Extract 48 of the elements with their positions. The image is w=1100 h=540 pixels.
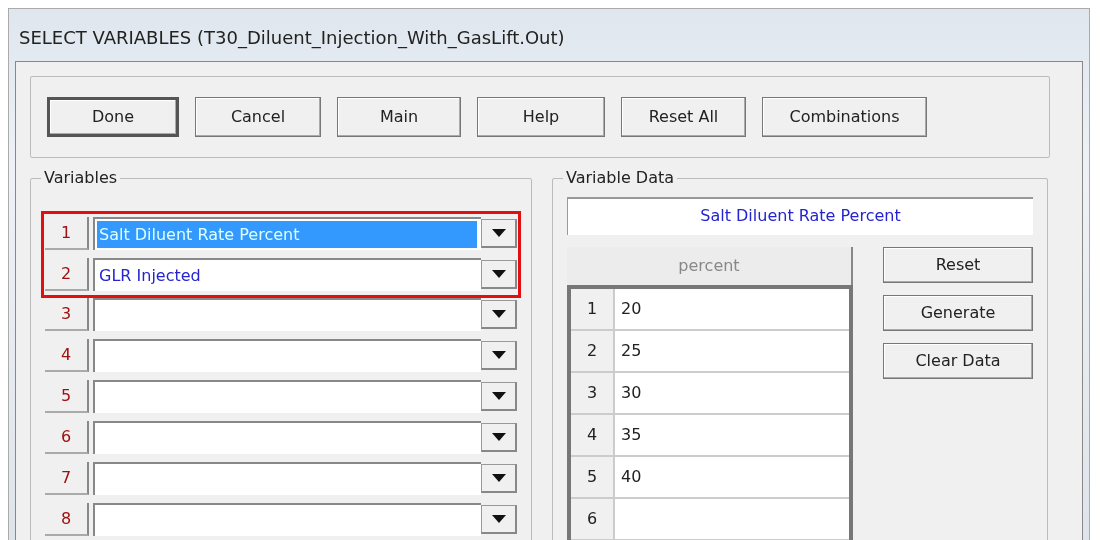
dropdown-button[interactable] — [481, 464, 517, 493]
dialog-button[interactable]: Generate — [883, 295, 1033, 331]
dropdown-button[interactable] — [481, 505, 517, 534]
row-number: 3 — [45, 298, 89, 331]
window-title: SELECT VARIABLES (T30_Diluent_Injection_With_GasLift.Out) — [18, 26, 566, 51]
dialog-button[interactable]: Main — [337, 97, 461, 137]
row-number: 5 — [571, 457, 615, 497]
caret-icon — [491, 351, 506, 359]
dropdown-button[interactable] — [481, 423, 517, 452]
dialog-button[interactable]: Reset All — [621, 97, 746, 137]
variable-name-field: Salt Diluent Rate Percent — [567, 197, 1033, 235]
row-number: 6 — [45, 421, 89, 454]
caret-icon — [491, 392, 506, 400]
row-number: 5 — [45, 380, 89, 413]
row-number: 8 — [45, 503, 89, 536]
column-header: percent — [567, 247, 853, 285]
row-number: 1 — [571, 289, 615, 329]
dialog-button[interactable]: Reset — [883, 247, 1033, 283]
caret-icon — [491, 433, 506, 441]
row-number: 3 — [571, 373, 615, 413]
row-number: 2 — [45, 258, 89, 291]
row-number: 1 — [45, 217, 89, 250]
caret-icon — [491, 515, 506, 523]
row-number: 2 — [571, 331, 615, 371]
dropdown-button[interactable] — [481, 260, 517, 289]
row-number: 7 — [45, 462, 89, 495]
row-number: 4 — [45, 339, 89, 372]
dialog-button[interactable]: Cancel — [195, 97, 321, 137]
variable-dropdown[interactable]: GLR Injected — [93, 258, 481, 291]
dialog-button[interactable]: Help — [477, 97, 605, 137]
data-cell[interactable]: 40 — [615, 457, 849, 497]
caret-icon — [491, 310, 506, 318]
data-cell[interactable]: 30 — [615, 373, 849, 413]
caret-icon — [491, 270, 506, 278]
row-number: 4 — [571, 415, 615, 455]
caret-icon — [491, 229, 506, 237]
data-cell[interactable]: 20 — [615, 289, 849, 329]
dropdown-button[interactable] — [481, 382, 517, 411]
dialog-button[interactable]: Done — [47, 97, 179, 137]
caret-icon — [491, 474, 506, 482]
row-number: 6 — [571, 499, 615, 539]
dropdown-button[interactable] — [481, 219, 517, 248]
data-cell[interactable]: 25 — [615, 331, 849, 371]
dialog-button[interactable]: Combinations — [762, 97, 927, 137]
data-cell[interactable]: 35 — [615, 415, 849, 455]
dialog-button[interactable]: Clear Data — [883, 343, 1033, 379]
dropdown-button[interactable] — [481, 341, 517, 370]
dropdown-button[interactable] — [481, 300, 517, 329]
